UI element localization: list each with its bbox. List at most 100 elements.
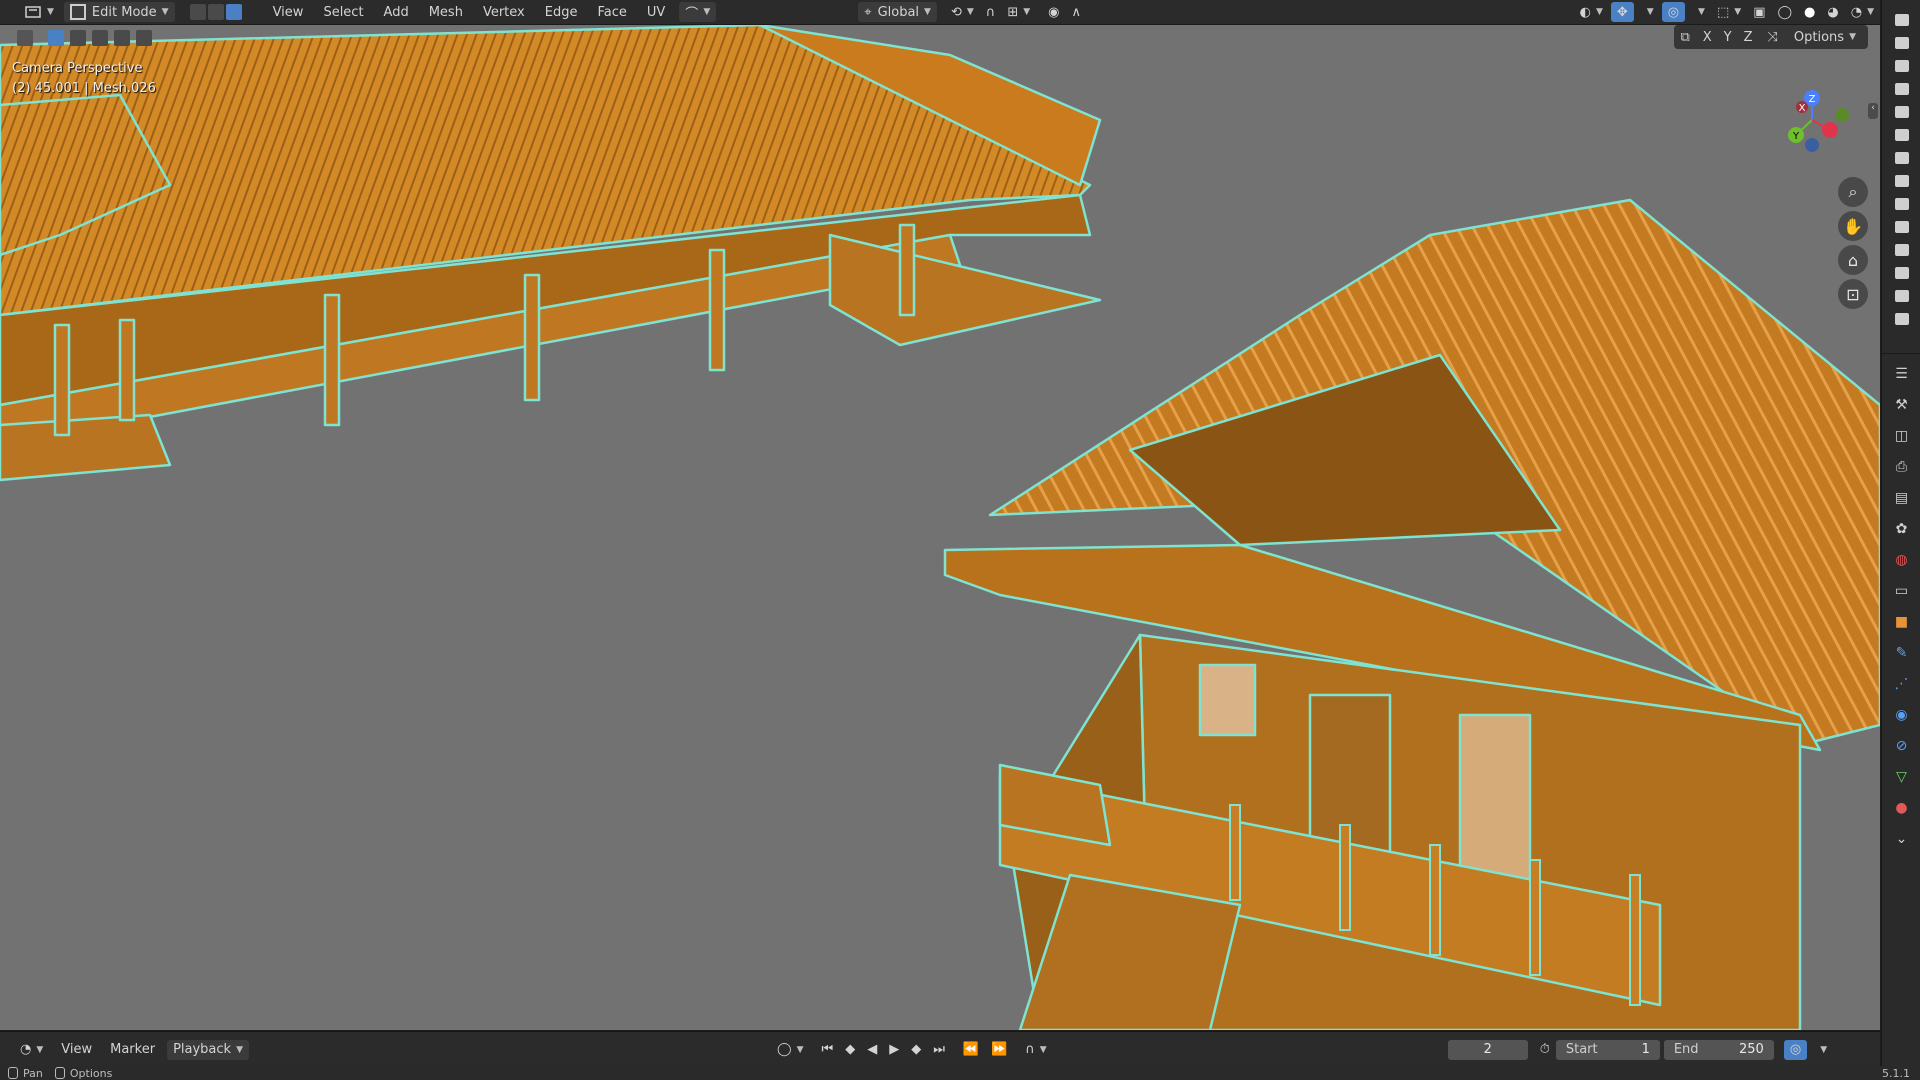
vertex-select-icon[interactable]: [189, 4, 206, 20]
camera-icon[interactable]: [1894, 290, 1909, 302]
output-tab-icon[interactable]: ⎙: [1891, 456, 1913, 478]
menu-edge[interactable]: Edge: [539, 2, 584, 22]
camera-icon[interactable]: [1894, 267, 1909, 279]
navigation-gizmo[interactable]: Z Y X: [1770, 65, 1860, 175]
lock-camera-button[interactable]: ⊡: [1838, 279, 1868, 309]
preview-range-toggle[interactable]: ⏱: [1534, 1040, 1556, 1060]
overlay-toggle[interactable]: ◎: [1661, 2, 1686, 22]
timeline-menu-view[interactable]: View: [55, 1040, 98, 1060]
tweak-tool-icon[interactable]: [17, 30, 33, 46]
box-select-invert-icon[interactable]: [114, 30, 130, 46]
menu-face[interactable]: Face: [591, 2, 632, 22]
scene-tab-icon[interactable]: ✿: [1891, 518, 1913, 540]
auto-key-dropdown[interactable]: ∩ ▼: [1019, 1040, 1052, 1060]
timeline-view-menu[interactable]: ▼: [1809, 1040, 1833, 1060]
camera-icon[interactable]: [1894, 175, 1909, 187]
camera-icon[interactable]: [1894, 129, 1909, 141]
jump-end-button[interactable]: ⏭: [927, 1040, 951, 1060]
auto-merge-icon[interactable]: ⤨: [1768, 30, 1778, 45]
shading-solid[interactable]: ●: [1798, 2, 1821, 22]
jump-start-button[interactable]: ⏮: [815, 1040, 839, 1060]
keying-toggle[interactable]: ◯ ▼: [771, 1040, 809, 1060]
shading-material[interactable]: ◕: [1821, 2, 1844, 22]
snap-dropdown[interactable]: ⊞ ▼: [1001, 2, 1036, 22]
sidebar-toggle[interactable]: ‹: [1868, 103, 1878, 119]
proportional-toggle[interactable]: ◉: [1042, 2, 1065, 22]
uv-tools-dropdown[interactable]: ⌒ ▼: [679, 2, 717, 22]
more-tabs-icon[interactable]: ⌄: [1891, 828, 1913, 850]
camera-icon[interactable]: [1894, 83, 1909, 95]
falloff-dropdown[interactable]: ∧: [1065, 2, 1087, 22]
box-select-subtract-icon[interactable]: [92, 30, 108, 46]
mirror-y-toggle[interactable]: Y: [1719, 27, 1737, 47]
pivot-dropdown[interactable]: ⟲ ▼: [945, 2, 980, 22]
box-select-new-icon[interactable]: [48, 30, 64, 46]
edge-select-icon[interactable]: [207, 4, 224, 20]
camera-icon[interactable]: [1894, 152, 1909, 164]
tool-tab-icon[interactable]: ⚒: [1891, 394, 1913, 416]
shading-rendered[interactable]: ◔ ▼: [1845, 2, 1880, 22]
camera-icon[interactable]: [1894, 221, 1909, 233]
overlay-dropdown[interactable]: ▼: [1687, 2, 1711, 22]
gizmo-dropdown[interactable]: ▼: [1636, 2, 1660, 22]
mirror-x-toggle[interactable]: X: [1698, 27, 1717, 47]
camera-icon[interactable]: [1894, 106, 1909, 118]
timeline-menu-playback[interactable]: Playback ▼: [167, 1039, 249, 1060]
prev-keyframe-button[interactable]: ◆: [839, 1040, 861, 1060]
camera-icon[interactable]: [1894, 244, 1909, 256]
xray-toggle[interactable]: ▣: [1747, 2, 1771, 22]
camera-icon[interactable]: [1894, 14, 1909, 26]
play-button[interactable]: ▶: [883, 1040, 905, 1060]
constraints-tab-icon[interactable]: ⊘: [1891, 735, 1913, 757]
physics-tab-icon[interactable]: ◉: [1891, 704, 1913, 726]
menu-add[interactable]: Add: [378, 2, 415, 22]
end-frame-field[interactable]: End 250: [1663, 1039, 1774, 1060]
camera-view-button[interactable]: ⌂: [1838, 245, 1868, 275]
camera-icon[interactable]: [1894, 313, 1909, 325]
menu-uv[interactable]: UV: [641, 2, 671, 22]
zoom-button[interactable]: ⌕: [1838, 177, 1868, 207]
view-layer-tab-icon[interactable]: ▤: [1891, 487, 1913, 509]
options-dropdown[interactable]: Options ▼: [1788, 27, 1862, 47]
timeline-menu-marker[interactable]: Marker: [104, 1040, 161, 1060]
particles-tab-icon[interactable]: ⋰: [1891, 673, 1913, 695]
pan-button[interactable]: ✋: [1838, 211, 1868, 241]
transform-orientation-dropdown[interactable]: ⌖ Global ▼: [858, 2, 937, 22]
camera-icon[interactable]: [1894, 37, 1909, 49]
3d-viewport[interactable]: Camera Perspective (2) 45.001 | Mesh.026…: [0, 25, 1880, 1030]
timeline-editor-type[interactable]: ◔ ▼: [14, 1040, 49, 1060]
menu-view[interactable]: View: [267, 2, 310, 22]
gizmo-toggle[interactable]: ✥: [1610, 2, 1634, 22]
mirror-icon[interactable]: ⧉: [1680, 30, 1689, 45]
camera-icon[interactable]: [1894, 60, 1909, 72]
editor-type-button[interactable]: ▼: [18, 2, 60, 22]
modifier-tab-icon[interactable]: ✎: [1891, 642, 1913, 664]
menu-select[interactable]: Select: [317, 2, 369, 22]
play-reverse-button[interactable]: ◀: [861, 1040, 883, 1060]
timeline-view-dropdown[interactable]: ◎: [1783, 1039, 1808, 1060]
object-tab-icon[interactable]: ■: [1891, 611, 1913, 633]
next-keyframe-button[interactable]: ◆: [905, 1040, 927, 1060]
start-frame-field[interactable]: Start 1: [1555, 1039, 1660, 1060]
world-tab-icon[interactable]: ◍: [1891, 549, 1913, 571]
prev-frame-button[interactable]: ⏪: [957, 1040, 985, 1060]
render-tab-icon[interactable]: ◫: [1891, 425, 1913, 447]
shading-wire[interactable]: ◯: [1771, 2, 1798, 22]
face-select-icon[interactable]: [225, 4, 242, 20]
menu-vertex[interactable]: Vertex: [477, 2, 531, 22]
menu-mesh[interactable]: Mesh: [423, 2, 469, 22]
next-frame-button[interactable]: ⏩: [985, 1040, 1013, 1060]
snap-toggle[interactable]: ∩: [980, 2, 1002, 22]
collection-tab-icon[interactable]: ▭: [1891, 580, 1913, 602]
mode-dropdown[interactable]: Edit Mode ▼: [63, 2, 175, 22]
mesh-edit-overlay[interactable]: ⬚ ▼: [1711, 2, 1747, 22]
box-select-extend-icon[interactable]: [70, 30, 86, 46]
data-tab-icon[interactable]: ▽: [1891, 766, 1913, 788]
mirror-z-toggle[interactable]: Z: [1739, 27, 1758, 47]
box-select-intersect-icon[interactable]: [136, 30, 152, 46]
current-frame-field[interactable]: 2: [1447, 1039, 1528, 1060]
visibility-dropdown[interactable]: ◐ ▼: [1574, 2, 1609, 22]
properties-editor-icon[interactable]: ☰: [1891, 363, 1913, 385]
material-tab-icon[interactable]: ●: [1891, 797, 1913, 819]
camera-icon[interactable]: [1894, 198, 1909, 210]
